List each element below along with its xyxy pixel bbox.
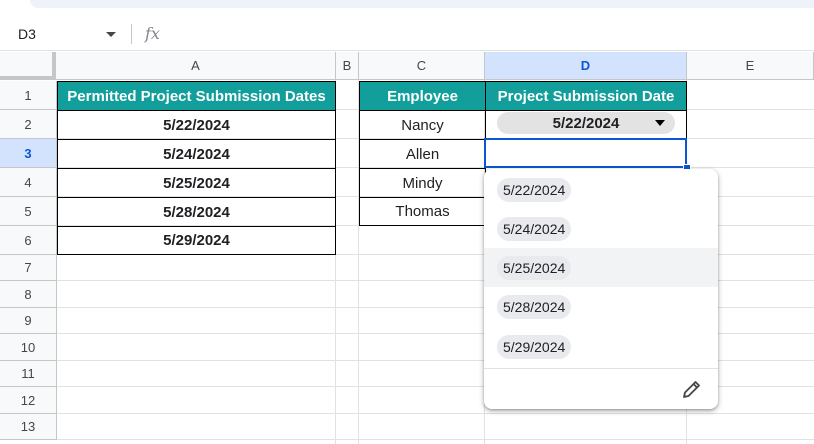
row-header-9[interactable]: 9: [0, 308, 57, 334]
row-header-6[interactable]: 6: [0, 226, 57, 255]
cell-a2-date[interactable]: 5/22/2024: [57, 110, 336, 140]
cell-d1-header[interactable]: Project Submission Date: [485, 81, 687, 111]
dropdown-option[interactable]: 5/28/2024: [484, 287, 718, 326]
row-header-10[interactable]: 10: [0, 334, 57, 361]
dropdown-option-chip: 5/29/2024: [497, 335, 572, 359]
column-header-c[interactable]: C: [359, 52, 485, 80]
formula-bar-divider: [131, 24, 132, 44]
row-header-2[interactable]: 2: [0, 110, 57, 139]
cell-a6-date[interactable]: 5/29/2024: [57, 226, 336, 255]
column-header-a[interactable]: A: [56, 52, 336, 80]
dropdown-option[interactable]: 5/22/2024: [484, 170, 718, 209]
top-strip: [0, 0, 814, 20]
dropdown-option-chip: 5/25/2024: [497, 256, 572, 280]
row-header-3[interactable]: 3: [0, 139, 57, 168]
dropdown-arrow-icon[interactable]: [655, 120, 665, 126]
row-header-7[interactable]: 7: [0, 255, 57, 281]
row-header-13[interactable]: 13: [0, 414, 57, 440]
row-header-1[interactable]: 1: [0, 81, 57, 110]
row-header-4[interactable]: 4: [0, 168, 57, 197]
toolbar-edge: [30, 0, 814, 8]
dropdown-option-chip: 5/24/2024: [497, 217, 572, 241]
fx-icon: fx: [145, 24, 160, 43]
cell-a5-date[interactable]: 5/28/2024: [57, 197, 336, 227]
gridline: [57, 439, 814, 440]
cell-c1-header[interactable]: Employee: [359, 81, 486, 111]
cell-a4-date[interactable]: 5/25/2024: [57, 168, 336, 198]
dropdown-option-chip: 5/22/2024: [497, 178, 572, 202]
dropdown-option-chip: 5/28/2024: [497, 295, 572, 319]
row-header-5[interactable]: 5: [0, 197, 57, 226]
column-header-e[interactable]: E: [687, 52, 814, 80]
column-header-b[interactable]: B: [336, 52, 359, 80]
cell-c2-employee[interactable]: Nancy: [359, 110, 486, 140]
d2-dropdown-chip[interactable]: 5/22/2024: [497, 112, 675, 134]
pencil-icon[interactable]: [680, 377, 704, 401]
name-box-caret-icon[interactable]: [106, 32, 116, 37]
date-dropdown-menu: 5/22/2024 5/24/2024 5/25/2024 5/28/2024 …: [484, 169, 718, 409]
dropdown-option[interactable]: 5/24/2024: [484, 209, 718, 248]
cell-c3-employee[interactable]: Allen: [359, 139, 486, 169]
d2-dropdown-value: 5/22/2024: [552, 114, 620, 132]
formula-bar: D3 fx: [0, 20, 814, 51]
dropdown-option-highlighted[interactable]: 5/25/2024: [484, 248, 718, 287]
row-header-11[interactable]: 11: [0, 361, 57, 387]
cell-c5-employee[interactable]: Thomas: [359, 197, 486, 226]
gridline: [57, 413, 814, 414]
name-box[interactable]: D3: [18, 26, 36, 42]
column-header-d[interactable]: D: [485, 52, 687, 80]
row-header-8[interactable]: 8: [0, 281, 57, 308]
cell-a1-header[interactable]: Permitted Project Submission Dates: [57, 81, 336, 111]
cell-c4-employee[interactable]: Mindy: [359, 168, 486, 198]
active-cell-d3[interactable]: [484, 138, 687, 168]
cell-a3-date[interactable]: 5/24/2024: [57, 139, 336, 169]
dropdown-separator: [484, 368, 718, 369]
dropdown-option[interactable]: 5/29/2024: [484, 327, 718, 366]
select-all-corner[interactable]: [0, 52, 56, 80]
row-header-12[interactable]: 12: [0, 387, 57, 414]
